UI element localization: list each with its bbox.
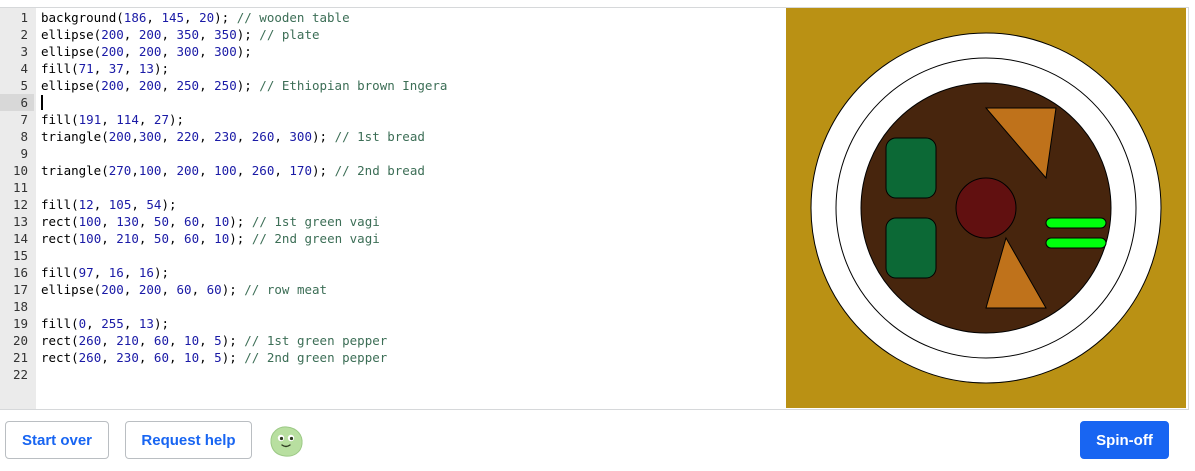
code-text[interactable]: ellipse(200, 200, 250, 250); // Ethiopia… — [41, 77, 447, 94]
code-text[interactable]: fill(71, 37, 13); — [41, 60, 169, 77]
code-line[interactable]: 19 fill(0, 255, 13); — [0, 315, 785, 332]
output-canvas — [786, 8, 1186, 408]
code-text[interactable]: rect(260, 230, 60, 10, 5); // 2nd green … — [41, 349, 387, 366]
code-line[interactable]: 18 — [0, 298, 785, 315]
line-number: 11 — [12, 180, 28, 195]
code-line[interactable]: 15 — [0, 247, 785, 264]
green-vegetable-1 — [885, 137, 937, 199]
line-number: 10 — [12, 163, 28, 178]
green-vegetable-2 — [885, 217, 937, 279]
start-over-button[interactable]: Start over — [5, 421, 109, 459]
line-number: 2 — [20, 27, 28, 42]
code-text[interactable]: ellipse(200, 200, 350, 350); // plate — [41, 26, 320, 43]
code-line[interactable]: 8 triangle(200,300, 220, 230, 260, 300); … — [0, 128, 785, 145]
code-line[interactable]: 13 rect(100, 130, 50, 60, 10); // 1st gre… — [0, 213, 785, 230]
line-number: 19 — [12, 316, 28, 331]
text-cursor — [41, 95, 43, 110]
code-line[interactable]: 12 fill(12, 105, 54); — [0, 196, 785, 213]
code-text[interactable]: background(186, 145, 20); // wooden tabl… — [41, 9, 350, 26]
code-text[interactable]: fill(191, 114, 27); — [41, 111, 184, 128]
code-line[interactable]: 5 ellipse(200, 200, 250, 250); // Ethiopi… — [0, 77, 785, 94]
line-number: 13 — [12, 214, 28, 229]
code-line[interactable]: 2 ellipse(200, 200, 350, 350); // plate — [0, 26, 785, 43]
line-number: 8 — [20, 129, 28, 144]
footer-toolbar: Start over Request help Spin-off — [0, 409, 1195, 471]
line-number: 5 — [20, 78, 28, 93]
line-number: 21 — [12, 350, 28, 365]
code-line[interactable]: 1 background(186, 145, 20); // wooden tab… — [0, 9, 785, 26]
code-line[interactable]: 11 — [0, 179, 785, 196]
code-line[interactable]: 7 fill(191, 114, 27); — [0, 111, 785, 128]
line-number: 20 — [12, 333, 28, 348]
line-number: 17 — [12, 282, 28, 297]
line-number: 7 — [20, 112, 28, 127]
code-text[interactable]: fill(97, 16, 16); — [41, 264, 169, 281]
code-text[interactable]: ellipse(200, 200, 300, 300); — [41, 43, 252, 60]
line-number: 1 — [20, 10, 28, 25]
code-editor[interactable]: 1 background(186, 145, 20); // wooden tab… — [0, 8, 785, 409]
raw-meat — [955, 177, 1017, 239]
code-text[interactable]: fill(12, 105, 54); — [41, 196, 177, 213]
code-text[interactable]: ellipse(200, 200, 60, 60); // row meat — [41, 281, 327, 298]
line-number: 9 — [20, 146, 28, 161]
code-line[interactable]: 14 rect(100, 210, 50, 60, 10); // 2nd gre… — [0, 230, 785, 247]
code-line[interactable]: 17 ellipse(200, 200, 60, 60); // row meat — [0, 281, 785, 298]
code-line[interactable]: 6 — [0, 94, 785, 111]
code-line[interactable]: 9 — [0, 145, 785, 162]
green-pepper-2 — [1045, 237, 1107, 249]
line-number: 12 — [12, 197, 28, 212]
workspace: 1 background(186, 145, 20); // wooden tab… — [0, 7, 1189, 410]
code-text[interactable]: fill(0, 255, 13); — [41, 315, 169, 332]
request-help-button[interactable]: Request help — [125, 421, 252, 459]
code-line[interactable]: 21 rect(260, 230, 60, 10, 5); // 2nd gree… — [0, 349, 785, 366]
line-number: 14 — [12, 231, 28, 246]
spin-off-button[interactable]: Spin-off — [1080, 421, 1169, 459]
code-line[interactable]: 4 fill(71, 37, 13); — [0, 60, 785, 77]
line-number: 15 — [12, 248, 28, 263]
line-number: 18 — [12, 299, 28, 314]
green-pepper-1 — [1045, 217, 1107, 229]
green-blob-avatar-icon[interactable] — [267, 423, 305, 459]
output-drawing — [786, 8, 1186, 408]
line-number: 4 — [20, 61, 28, 76]
code-text[interactable]: rect(100, 210, 50, 60, 10); // 2nd green… — [41, 230, 380, 247]
code-line[interactable]: 22 — [0, 366, 785, 383]
line-number: 3 — [20, 44, 28, 59]
code-text[interactable]: triangle(270,100, 200, 100, 260, 170); /… — [41, 162, 425, 179]
line-number: 6 — [0, 94, 34, 111]
code-text[interactable]: rect(260, 210, 60, 10, 5); // 1st green … — [41, 332, 387, 349]
code-text[interactable]: triangle(200,300, 220, 230, 260, 300); /… — [41, 128, 425, 145]
line-number: 22 — [12, 367, 28, 382]
code-line[interactable]: 16 fill(97, 16, 16); — [0, 264, 785, 281]
line-number: 16 — [12, 265, 28, 280]
code-line[interactable]: 20 rect(260, 210, 60, 10, 5); // 1st gree… — [0, 332, 785, 349]
code-line[interactable]: 3 ellipse(200, 200, 300, 300); — [0, 43, 785, 60]
code-text[interactable]: rect(100, 130, 50, 60, 10); // 1st green… — [41, 213, 380, 230]
code-line[interactable]: 10 triangle(270,100, 200, 100, 260, 170);… — [0, 162, 785, 179]
